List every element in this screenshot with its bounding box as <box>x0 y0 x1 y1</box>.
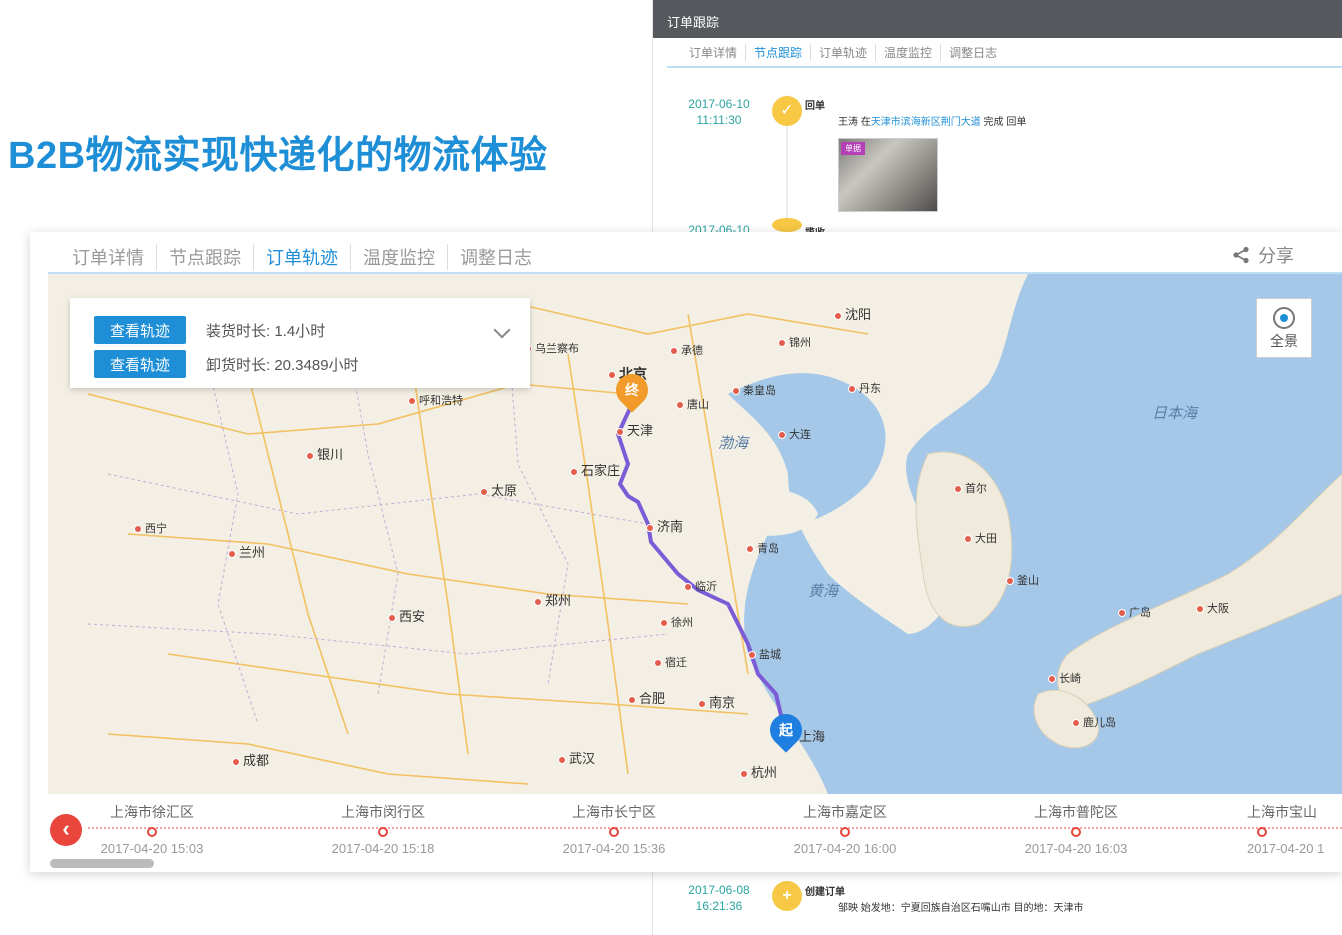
event-date: 2017-06-10 11:11:30 <box>688 97 750 127</box>
stop-marker <box>1257 827 1267 837</box>
loading-row: 查看轨迹 装货时长: 1.4小时 <box>94 316 325 344</box>
city-label: 丹东 <box>848 380 881 396</box>
city-label: 郑州 <box>534 590 571 609</box>
plus-icon: + <box>772 881 802 911</box>
city-label: 石家庄 <box>570 460 620 479</box>
city-label: 兰州 <box>228 542 265 561</box>
tab-adjust-log[interactable]: 调整日志 <box>941 44 1005 61</box>
city-label: 承德 <box>670 342 703 358</box>
fullview-button[interactable]: 全景 <box>1256 298 1312 358</box>
sea-label: 渤海 <box>718 435 749 452</box>
city-label: 临沂 <box>684 578 717 594</box>
city-label: 大连 <box>778 426 811 442</box>
stop-item[interactable]: 上海市徐汇区 2017-04-20 15:03 <box>52 802 252 856</box>
event-desc: 邹映 始发地：宁夏回族自治区石嘴山市 目的地：天津市 <box>838 903 1084 914</box>
stop-marker <box>378 827 388 837</box>
tab-order-details[interactable]: 订单详情 <box>681 44 747 61</box>
city-label: 成都 <box>232 750 269 769</box>
share-icon <box>1233 246 1249 264</box>
tab-order-details[interactable]: 订单详情 <box>60 244 157 270</box>
stop-item[interactable]: 上海市宝山 2017-04-20 1 <box>1207 802 1342 856</box>
pickup-icon <box>772 218 802 232</box>
event-title: 创建订单 <box>805 887 845 898</box>
city-label: 西安 <box>388 606 425 625</box>
city-label: 南京 <box>698 692 735 711</box>
stop-item[interactable]: 上海市闵行区 2017-04-20 15:18 <box>283 802 483 856</box>
city-label: 秦皇岛 <box>732 382 776 398</box>
city-label: 西宁 <box>134 520 167 536</box>
tab-order-track[interactable]: 订单轨迹 <box>254 244 351 270</box>
city-label: 大阪 <box>1196 600 1229 616</box>
view-track-button[interactable]: 查看轨迹 <box>94 316 186 344</box>
tab-node-tracking[interactable]: 节点跟踪 <box>157 244 254 270</box>
city-label: 唐山 <box>676 396 709 412</box>
tab-temperature[interactable]: 温度监控 <box>876 44 942 61</box>
share-label: 分享 <box>1258 246 1294 266</box>
city-label: 徐州 <box>660 614 693 630</box>
photo-tag: 单据 <box>841 142 865 155</box>
city-label: 杭州 <box>740 762 777 781</box>
province-borders <box>87 333 669 725</box>
receipt-photo[interactable]: 单据 <box>838 138 938 212</box>
city-label: 青岛 <box>746 540 779 556</box>
tab-temperature[interactable]: 温度监控 <box>351 244 448 270</box>
track-control-panel: 查看轨迹 装货时长: 1.4小时 查看轨迹 卸货时长: 20.3489小时 <box>70 298 530 388</box>
track-tabs: 订单详情 节点跟踪 订单轨迹 温度监控 调整日志 <box>60 244 544 270</box>
stop-marker <box>609 827 619 837</box>
unloading-row: 查看轨迹 卸货时长: 20.3489小时 <box>94 350 359 378</box>
city-label: 武汉 <box>558 748 595 767</box>
city-label: 釜山 <box>1006 572 1039 588</box>
tab-node-tracking[interactable]: 节点跟踪 <box>746 44 812 61</box>
horizontal-scrollbar[interactable] <box>50 859 154 868</box>
city-label: 广岛 <box>1118 604 1151 620</box>
sea-label: 黄海 <box>808 583 839 600</box>
check-icon: ✓ <box>772 96 802 126</box>
tab-underline <box>667 66 1342 68</box>
city-label: 盐城 <box>748 646 781 662</box>
city-label: 首尔 <box>954 480 987 496</box>
panel-title: 订单跟踪 <box>653 0 1342 38</box>
city-label: 天津 <box>616 420 653 439</box>
city-label: 合肥 <box>628 688 665 707</box>
stop-marker <box>840 827 850 837</box>
city-label: 鹿儿岛 <box>1072 714 1116 730</box>
location-pin-icon <box>1273 307 1295 329</box>
city-label: 大田 <box>964 530 997 546</box>
tab-order-track[interactable]: 订单轨迹 <box>811 44 877 61</box>
city-label: 济南 <box>646 516 683 535</box>
node-tabs: 订单详情 节点跟踪 订单轨迹 温度监控 调整日志 <box>681 44 1005 61</box>
view-track-button[interactable]: 查看轨迹 <box>94 350 186 378</box>
city-label: 银川 <box>306 444 343 463</box>
stop-item[interactable]: 上海市长宁区 2017-04-20 15:36 <box>514 802 714 856</box>
city-label: 沈阳 <box>834 304 871 323</box>
start-pin-icon[interactable]: 起 <box>763 707 809 753</box>
city-label: 锦州 <box>778 334 811 350</box>
route-map[interactable]: 渤海 黄海 日本海 北京 天津 石家庄 太原 济南 郑州 西安 南京 合肥 武汉… <box>48 274 1342 794</box>
order-track-panel: 订单详情 节点跟踪 订单轨迹 温度监控 调整日志 分享 渤海 黄海 日本海 天津… <box>30 232 1342 872</box>
event-location-link[interactable]: 天津市滨海新区荆门大道 <box>871 117 981 128</box>
event-title: 回单 <box>805 101 825 112</box>
share-button[interactable]: 分享 <box>1232 242 1294 268</box>
stop-item[interactable]: 上海市嘉定区 2017-04-20 16:00 <box>745 802 945 856</box>
stop-item[interactable]: 上海市普陀区 2017-04-20 16:03 <box>976 802 1176 856</box>
city-label: 宿迁 <box>654 654 687 670</box>
city-label: 太原 <box>480 480 517 499</box>
sea-label: 日本海 <box>1152 405 1198 422</box>
stop-marker <box>1071 827 1081 837</box>
end-pin-icon[interactable]: 终 <box>609 367 655 413</box>
chevron-down-icon[interactable] <box>493 321 511 339</box>
city-label: 呼和浩特 <box>408 392 463 408</box>
page-headline: B2B物流实现快递化的物流体验 <box>8 135 548 177</box>
city-label: 长崎 <box>1048 670 1081 686</box>
stop-marker <box>147 827 157 837</box>
stops-timeline: ‹ 上海市徐汇区 2017-04-20 15:03 上海市闵行区 2017-04… <box>48 794 1342 872</box>
city-label: 乌兰察布 <box>524 340 579 356</box>
tab-adjust-log[interactable]: 调整日志 <box>448 244 544 270</box>
unloading-duration: 卸货时长: 20.3489小时 <box>206 356 359 374</box>
event-date: 2017-06-08 16:21:36 <box>688 883 750 913</box>
loading-duration: 装货时长: 1.4小时 <box>206 322 326 340</box>
event-desc: 王涛 在天津市滨海新区荆门大道 完成 回单 <box>838 117 1027 128</box>
fullview-label: 全景 <box>1270 333 1298 349</box>
